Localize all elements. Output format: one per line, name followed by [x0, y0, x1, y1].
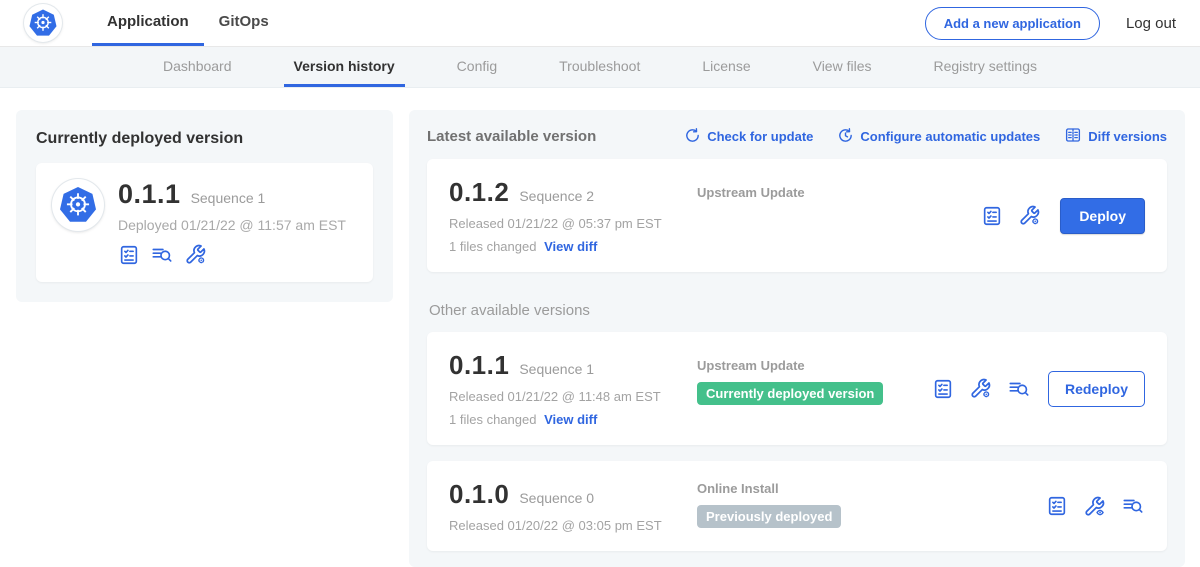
version-number: 0.1.0: [449, 479, 509, 510]
add-application-button[interactable]: Add a new application: [925, 7, 1100, 40]
auto-update-icon: [837, 127, 854, 147]
released-timestamp: Released 01/21/22 @ 05:37 pm EST: [449, 216, 697, 231]
currently-deployed-badge: Currently deployed version: [697, 382, 883, 405]
check-for-update-link[interactable]: Check for update: [684, 127, 813, 147]
diff-versions-link[interactable]: Diff versions: [1064, 126, 1167, 147]
view-diff-link[interactable]: View diff: [544, 412, 597, 427]
deploy-button[interactable]: Deploy: [1060, 198, 1145, 234]
deploy-logs-icon[interactable]: [1007, 378, 1031, 400]
logout-link[interactable]: Log out: [1126, 15, 1176, 32]
view-config-icon[interactable]: [1083, 495, 1106, 518]
deployed-timestamp: Deployed 01/21/22 @ 11:57 am EST: [118, 217, 346, 233]
view-diff-link[interactable]: View diff: [544, 239, 597, 254]
version-history-panel: Latest available version Check for updat…: [409, 110, 1185, 567]
sequence-label: Sequence 0: [519, 490, 594, 506]
version-card-0-1-2: 0.1.2 Sequence 2 Released 01/21/22 @ 05:…: [427, 159, 1167, 272]
edit-config-icon[interactable]: [969, 377, 992, 400]
deployed-version-number: 0.1.1: [118, 179, 181, 210]
release-notes-icon[interactable]: [932, 378, 954, 400]
edit-config-icon[interactable]: [1018, 204, 1041, 227]
deploy-logs-icon[interactable]: [150, 244, 174, 266]
sub-navigation: Dashboard Version history Config Trouble…: [0, 47, 1200, 88]
deploy-logs-icon[interactable]: [1121, 495, 1145, 517]
edit-config-icon[interactable]: [184, 243, 207, 266]
redeploy-button[interactable]: Redeploy: [1048, 371, 1145, 407]
version-source-label: Online Install: [697, 481, 1046, 496]
app-tabs: Application GitOps: [92, 0, 284, 46]
currently-deployed-panel: Currently deployed version: [16, 110, 393, 302]
tab-version-history[interactable]: Version history: [284, 47, 405, 87]
tab-troubleshoot[interactable]: Troubleshoot: [549, 47, 650, 87]
release-notes-icon[interactable]: [981, 205, 1003, 227]
app-kubernetes-icon: [52, 179, 104, 231]
version-number: 0.1.1: [449, 350, 509, 381]
version-source-label: Upstream Update: [697, 358, 932, 373]
latest-available-title: Latest available version: [427, 128, 596, 145]
released-timestamp: Released 01/20/22 @ 03:05 pm EST: [449, 518, 697, 533]
top-navigation: Application GitOps Add a new application…: [0, 0, 1200, 47]
configure-automatic-updates-link[interactable]: Configure automatic updates: [837, 127, 1040, 147]
deployed-sequence-label: Sequence 1: [191, 190, 266, 206]
files-changed-label: 1 files changed: [449, 412, 536, 427]
kubernetes-logo-icon: [24, 4, 62, 42]
release-notes-icon[interactable]: [1046, 495, 1068, 517]
version-card-0-1-0: 0.1.0 Sequence 0 Released 01/20/22 @ 03:…: [427, 461, 1167, 551]
previously-deployed-badge: Previously deployed: [697, 505, 841, 528]
tab-license[interactable]: License: [692, 47, 760, 87]
version-number: 0.1.2: [449, 177, 509, 208]
tab-gitops[interactable]: GitOps: [204, 0, 284, 46]
tab-config[interactable]: Config: [447, 47, 507, 87]
sequence-label: Sequence 1: [519, 361, 594, 377]
tab-view-files[interactable]: View files: [803, 47, 882, 87]
sequence-label: Sequence 2: [519, 188, 594, 204]
released-timestamp: Released 01/21/22 @ 11:48 am EST: [449, 389, 697, 404]
other-versions-title: Other available versions: [429, 302, 1167, 319]
version-card-0-1-1: 0.1.1 Sequence 1 Released 01/21/22 @ 11:…: [427, 332, 1167, 445]
currently-deployed-title: Currently deployed version: [36, 130, 373, 148]
refresh-icon: [684, 127, 701, 147]
files-changed-label: 1 files changed: [449, 239, 536, 254]
tab-application[interactable]: Application: [92, 0, 204, 46]
release-notes-icon[interactable]: [118, 244, 140, 266]
diff-versions-icon: [1064, 126, 1082, 147]
deployed-version-card: 0.1.1 Sequence 1 Deployed 01/21/22 @ 11:…: [36, 163, 373, 282]
version-source-label: Upstream Update: [697, 185, 981, 200]
tab-dashboard[interactable]: Dashboard: [153, 47, 242, 87]
tab-registry-settings[interactable]: Registry settings: [924, 47, 1047, 87]
